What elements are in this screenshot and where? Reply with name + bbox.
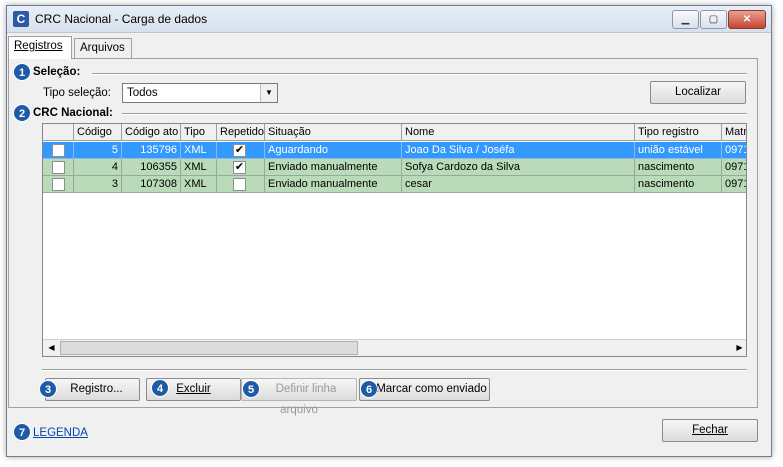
tab-arquivos-label: Arquivos bbox=[80, 42, 125, 54]
minimize-icon: ▁ bbox=[681, 14, 690, 25]
close-button[interactable]: ✕ bbox=[728, 10, 766, 29]
marcar-enviado-button[interactable]: Marcar como enviado bbox=[359, 378, 490, 401]
maximize-button[interactable]: ▢ bbox=[700, 10, 727, 29]
app-icon: C bbox=[13, 11, 29, 27]
table-row[interactable]: 3 107308 XML Enviado manualmente cesar nascim… bbox=[43, 176, 746, 193]
cell-matr: 0971 bbox=[722, 176, 746, 193]
cell-nome: cesar bbox=[402, 176, 635, 193]
row-select-cell bbox=[43, 142, 74, 159]
marker-2: 2 bbox=[13, 104, 31, 122]
scroll-left-icon[interactable]: ◀ bbox=[43, 340, 60, 356]
col-codigo[interactable]: Código bbox=[74, 124, 122, 141]
marker-1: 1 bbox=[13, 63, 31, 81]
marcar-label: Marcar como enviado bbox=[376, 383, 487, 395]
horizontal-scrollbar[interactable]: ◀ ▶ bbox=[43, 339, 746, 356]
cell-situacao: Enviado manualmente bbox=[265, 159, 402, 176]
legenda-link[interactable]: LEGENDA bbox=[33, 427, 88, 439]
actions-divider bbox=[42, 369, 747, 371]
col-nome[interactable]: Nome bbox=[402, 124, 635, 141]
col-repetido[interactable]: Repetido bbox=[217, 124, 265, 141]
cell-tipo: XML bbox=[181, 159, 217, 176]
cell-codigo-ato: 107308 bbox=[122, 176, 181, 193]
col-situacao[interactable]: Situação bbox=[265, 124, 402, 141]
close-icon: ✕ bbox=[742, 14, 752, 25]
localizar-button[interactable]: Localizar bbox=[650, 81, 746, 104]
cell-matr: 0971 bbox=[722, 159, 746, 176]
cell-situacao: Enviado manualmente bbox=[265, 176, 402, 193]
chevron-down-icon[interactable]: ▼ bbox=[260, 84, 277, 102]
excluir-label: Excluir bbox=[176, 383, 211, 395]
marker-6: 6 bbox=[360, 380, 378, 398]
tab-registros-label: Registros bbox=[14, 40, 63, 52]
tipo-selecao-select[interactable]: Todos ▼ bbox=[122, 83, 278, 103]
registro-button[interactable]: Registro... bbox=[45, 378, 140, 401]
row-checkbox[interactable] bbox=[52, 178, 65, 191]
cell-codigo: 5 bbox=[74, 142, 122, 159]
registro-label: Registro... bbox=[70, 383, 123, 395]
cell-tipo: XML bbox=[181, 142, 217, 159]
grid-header: Código Código ato Tipo Repetido Situação… bbox=[43, 124, 746, 141]
marker-7: 7 bbox=[13, 423, 31, 441]
tab-arquivos[interactable]: Arquivos bbox=[74, 38, 132, 58]
cell-tipo-registro: nascimento bbox=[635, 159, 722, 176]
cell-codigo-ato: 106355 bbox=[122, 159, 181, 176]
localizar-label: Localizar bbox=[674, 86, 722, 98]
minimize-button[interactable]: ▁ bbox=[672, 10, 699, 29]
cell-codigo: 4 bbox=[74, 159, 122, 176]
cell-codigo-ato: 135796 bbox=[122, 142, 181, 159]
fechar-button[interactable]: Fechar bbox=[662, 419, 758, 442]
selecao-divider bbox=[92, 73, 747, 75]
crc-divider bbox=[122, 113, 747, 115]
tipo-selecao-label: Tipo seleção: bbox=[43, 87, 111, 99]
tipo-selecao-value: Todos bbox=[127, 87, 158, 99]
repetido-checkbox[interactable] bbox=[233, 178, 246, 191]
repetido-cell: ✔ bbox=[217, 159, 265, 176]
cell-nome: Joao Da Silva / Joséfa bbox=[402, 142, 635, 159]
col-codigo-ato[interactable]: Código ato bbox=[122, 124, 181, 141]
cell-tipo: XML bbox=[181, 176, 217, 193]
col-tipo-registro[interactable]: Tipo registro bbox=[635, 124, 722, 141]
crc-title: CRC Nacional: bbox=[33, 107, 113, 119]
row-select-cell bbox=[43, 176, 74, 193]
row-select-cell bbox=[43, 159, 74, 176]
selecao-title: Seleção: bbox=[33, 66, 81, 78]
cell-nome: Sofya Cardozo da Silva bbox=[402, 159, 635, 176]
registros-grid[interactable]: Código Código ato Tipo Repetido Situação… bbox=[42, 123, 747, 357]
scroll-right-icon[interactable]: ▶ bbox=[731, 340, 746, 356]
table-row[interactable]: 4 106355 XML ✔ Enviado manualmente Sofya Card… bbox=[43, 159, 746, 176]
row-checkbox[interactable] bbox=[52, 161, 65, 174]
marker-4: 4 bbox=[151, 379, 169, 397]
tab-registros[interactable]: Registros bbox=[8, 36, 72, 59]
marker-5: 5 bbox=[242, 380, 260, 398]
check-icon[interactable]: ✔ bbox=[233, 144, 246, 157]
repetido-cell bbox=[217, 176, 265, 193]
col-tipo[interactable]: Tipo bbox=[181, 124, 217, 141]
cell-codigo: 3 bbox=[74, 176, 122, 193]
table-row[interactable]: 5 135796 XML ✔ Aguardando Joao Da Silva / Jos… bbox=[43, 142, 746, 159]
cell-tipo-registro: nascimento bbox=[635, 176, 722, 193]
col-matricula[interactable]: Matr bbox=[722, 124, 746, 141]
window-title: CRC Nacional - Carga de dados bbox=[35, 12, 208, 26]
fechar-label: Fechar bbox=[692, 424, 728, 436]
col-checkbox[interactable] bbox=[43, 124, 74, 141]
cell-tipo-registro: união estável bbox=[635, 142, 722, 159]
row-checkbox[interactable] bbox=[52, 144, 65, 157]
title-bar[interactable]: C CRC Nacional - Carga de dados ▁ ▢ ✕ bbox=[7, 6, 771, 33]
scroll-thumb[interactable] bbox=[60, 341, 358, 355]
cell-situacao: Aguardando bbox=[265, 142, 402, 159]
repetido-cell: ✔ bbox=[217, 142, 265, 159]
cell-matr: 0971 bbox=[722, 142, 746, 159]
marker-3: 3 bbox=[39, 380, 57, 398]
check-icon[interactable]: ✔ bbox=[233, 161, 246, 174]
maximize-icon: ▢ bbox=[708, 14, 719, 25]
